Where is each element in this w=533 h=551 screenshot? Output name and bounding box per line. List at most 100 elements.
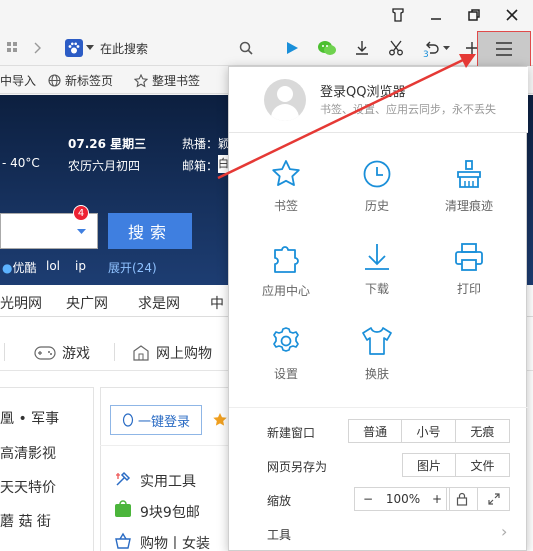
one-click-login-button[interactable]: 一键登录 [110, 405, 202, 435]
list-item[interactable]: 蘑 菇 街 [0, 511, 51, 531]
shop-icon [133, 345, 149, 361]
menu-app-center[interactable]: 应用中心 [241, 242, 331, 322]
menu-print[interactable]: 打印 [424, 242, 514, 322]
new-window-small[interactable]: 小号 [402, 420, 456, 442]
site-link[interactable]: 光明网 [0, 293, 42, 313]
avatar-body [271, 104, 299, 121]
new-window-incognito[interactable]: 无痕 [456, 420, 509, 442]
search-engine-selector[interactable] [64, 36, 94, 60]
download-toolbar-icon[interactable] [352, 36, 372, 60]
shirt-icon [362, 327, 392, 355]
wechat-icon[interactable] [316, 36, 338, 60]
minimize-button[interactable] [424, 4, 448, 26]
hamburger-icon [496, 42, 512, 56]
bookmark-new-tab[interactable]: 新标签页 [48, 72, 113, 89]
quicklink-lol[interactable]: lol [46, 259, 60, 273]
globe-icon [48, 74, 61, 87]
main-menu-button[interactable] [477, 31, 531, 67]
save-as-label: 网页另存为 [267, 460, 328, 474]
skin-icon[interactable] [386, 4, 410, 26]
temperature: - 40°C [2, 156, 40, 170]
menu-item-label: 设置 [273, 367, 298, 381]
category-label: 网上购物 [156, 346, 212, 362]
puzzle-icon [274, 246, 299, 273]
list-item[interactable]: 高清影视 [0, 443, 56, 463]
login-subtitle: 书签、设置、应用云同步，永不丢失 [320, 103, 496, 116]
menu-download[interactable]: 下载 [332, 242, 422, 322]
tools-icon [116, 471, 131, 486]
quicklink-youku[interactable]: ●优酷 [2, 259, 37, 276]
list-item[interactable]: 购物丨女装 [140, 533, 210, 551]
zoom-lock-button[interactable] [447, 488, 479, 510]
quicklink-ip[interactable]: ip [75, 259, 86, 273]
avatar-head [277, 86, 293, 102]
basket-icon [115, 532, 131, 549]
tools-label[interactable]: 工具 [267, 526, 291, 543]
apps-grid-icon[interactable] [4, 36, 22, 60]
fullscreen-button[interactable] [478, 488, 509, 510]
menu-item-label: 下载 [364, 282, 389, 296]
restore-button[interactable] [462, 4, 486, 26]
gear-icon [273, 327, 299, 352]
category-label: 游戏 [62, 346, 90, 362]
download-icon [365, 244, 389, 270]
caret-down-icon [443, 45, 450, 50]
menu-item-label: 清理痕迹 [444, 199, 493, 213]
page-search-button[interactable]: 搜索 [108, 213, 192, 249]
search-icon[interactable] [236, 36, 256, 60]
site-link[interactable]: 求是网 [138, 293, 180, 313]
menu-separator [229, 407, 528, 408]
title-bar [0, 0, 533, 30]
zoom-out-button[interactable]: − [355, 488, 381, 510]
save-as-file[interactable]: 文件 [456, 454, 509, 476]
login-label: 一键登录 [137, 414, 190, 430]
bookmark-label: 整理书签 [152, 74, 201, 88]
search-input[interactable]: 在此搜索 [100, 36, 220, 60]
menu-settings[interactable]: 设置 [241, 325, 331, 405]
divider [100, 445, 233, 446]
gamepad-icon [34, 346, 56, 360]
new-window-normal[interactable]: 普通 [349, 420, 403, 442]
close-button[interactable] [500, 4, 524, 26]
menu-item-label: 换肤 [364, 367, 389, 381]
menu-item-label: 书签 [273, 199, 298, 213]
list-item[interactable]: 凰 • 军事 [0, 408, 59, 428]
chevron-right-icon[interactable] [30, 36, 46, 60]
category-games[interactable]: 游戏 [34, 343, 90, 363]
star-outline-icon [134, 73, 148, 87]
site-link[interactable]: 中 [210, 293, 224, 313]
login-title[interactable]: 登录QQ浏览器 [320, 81, 405, 100]
menu-item-label: 应用中心 [261, 284, 310, 298]
category-shopping[interactable]: 网上购物 [132, 343, 212, 363]
site-link[interactable]: 央广网 [66, 293, 108, 313]
list-item[interactable]: 天天特价 [0, 477, 56, 497]
menu-bookmarks[interactable]: 书签 [241, 159, 331, 239]
address-toolbar: 在此搜索 3 [0, 30, 533, 66]
undo-close-button[interactable]: 3 [420, 36, 454, 60]
menu-clean-traces[interactable]: 清理痕迹 [424, 159, 514, 239]
menu-item-label: 打印 [456, 282, 481, 296]
avatar[interactable] [264, 79, 306, 121]
chevron-right-icon: › [501, 522, 508, 541]
date: 07.26 星期三 [68, 137, 147, 151]
shopping-bag-icon [115, 500, 131, 517]
menu-skin[interactable]: 换肤 [332, 325, 422, 405]
bookmark-import[interactable]: 中导入 [0, 72, 36, 89]
scissors-icon[interactable] [386, 36, 406, 60]
menu-item-label: 历史 [364, 199, 389, 213]
hot-label: 热播： [182, 137, 219, 151]
bookmark-label: 中导入 [0, 74, 37, 88]
video-play-icon[interactable] [282, 36, 302, 60]
list-item[interactable]: 实用工具 [140, 471, 196, 491]
expand-link[interactable]: 展开(24) [108, 259, 157, 276]
undo-count: 3 [423, 50, 429, 60]
caret-down-icon [77, 229, 86, 234]
list-item[interactable]: 9块9包邮 [140, 502, 200, 522]
clean-icon [457, 160, 481, 188]
account-section[interactable]: 登录QQ浏览器 书签、设置、应用云同步，永不丢失 [229, 67, 528, 133]
save-as-image[interactable]: 图片 [403, 454, 457, 476]
bookmark-organize[interactable]: 整理书签 [134, 72, 200, 89]
menu-history[interactable]: 历史 [332, 159, 422, 239]
notification-badge: 4 [73, 205, 89, 221]
new-window-label: 新建窗口 [267, 426, 316, 440]
